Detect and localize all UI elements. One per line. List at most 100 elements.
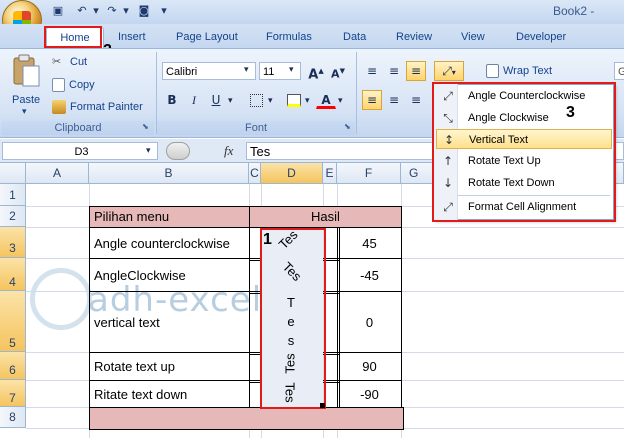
column-header-d[interactable]: D — [261, 163, 323, 184]
angle-value-cell[interactable]: -45 — [337, 258, 402, 292]
label-cell[interactable]: vertical text — [89, 291, 250, 353]
underline-button[interactable]: U — [206, 90, 226, 110]
window-title: Book2 - — [553, 4, 595, 18]
tab-developer[interactable]: Developer — [516, 27, 566, 47]
align-right-button[interactable]: ≡ — [406, 90, 426, 110]
header-result-cell[interactable]: Hasil — [249, 206, 402, 228]
shrink-font-button[interactable]: A▼ — [328, 61, 348, 81]
fill-color-dropdown-icon[interactable]: ▾ — [305, 95, 310, 106]
borders-dropdown-icon[interactable]: ▾ — [268, 95, 273, 106]
font-launcher-icon[interactable]: ⬊ — [344, 122, 351, 131]
font-name-field[interactable]: Calibri — [162, 62, 256, 80]
font-size-dropdown-icon[interactable]: ▾ — [289, 64, 294, 75]
copy-icon — [52, 78, 65, 93]
formula-bar-handle-icon[interactable] — [166, 142, 190, 160]
label-cell[interactable]: AngleClockwise — [89, 258, 250, 292]
number-format-field[interactable]: G — [614, 62, 624, 80]
column-header-b[interactable]: B — [89, 163, 249, 184]
tab-view[interactable]: View — [461, 27, 485, 47]
paste-icon[interactable] — [10, 54, 42, 88]
row-header-4[interactable]: 4 — [0, 258, 26, 291]
label-cell[interactable]: Ritate text down — [89, 380, 250, 408]
name-box[interactable]: D3 — [2, 142, 158, 160]
copy-label: Copy — [69, 79, 95, 91]
header-menu-cell[interactable]: Pilihan menu — [89, 206, 250, 228]
shrink-font-label: A — [331, 67, 340, 81]
watermark-logo-icon — [30, 268, 92, 330]
format-painter-button[interactable]: Format Painter — [52, 97, 143, 117]
font-size-field[interactable]: 11 — [259, 62, 301, 80]
menu-highlight-box — [432, 82, 616, 222]
borders-icon — [249, 94, 263, 107]
align-bottom-button[interactable]: ≡ — [406, 61, 426, 81]
grow-font-label: A — [308, 67, 319, 83]
underline-dropdown-icon[interactable]: ▾ — [228, 95, 233, 106]
redo-dropdown-icon[interactable]: ▾ — [118, 3, 134, 19]
select-all-corner[interactable] — [0, 163, 26, 184]
row-header-1[interactable]: 1 — [0, 184, 26, 206]
footer-row[interactable] — [89, 407, 404, 430]
marker-3: 3 — [566, 104, 575, 121]
scissors-icon: ✂ — [52, 55, 62, 69]
save-icon[interactable]: ▣ — [50, 3, 66, 19]
align-left-button[interactable]: ≡ — [362, 90, 382, 110]
angle-value-cell[interactable]: 0 — [337, 291, 402, 353]
camera-icon[interactable]: ◙ — [136, 3, 152, 19]
align-top-button[interactable]: ≡ — [362, 61, 382, 81]
paint-bucket-icon — [287, 94, 301, 107]
font-group-label: Font — [157, 121, 355, 135]
tab-insert[interactable]: Insert — [118, 27, 146, 47]
fill-handle[interactable] — [320, 403, 325, 408]
wrap-text-button[interactable]: Wrap Text — [486, 61, 552, 81]
grow-font-button[interactable]: A▲ — [306, 61, 326, 83]
label-cell[interactable]: Rotate text up — [89, 352, 250, 381]
orientation-button[interactable]: ⤢▾ — [434, 61, 464, 81]
row-header-2[interactable]: 2 — [0, 206, 26, 227]
orientation-dropdown-icon: ▾ — [451, 68, 456, 77]
tab-formulas[interactable]: Formulas — [266, 27, 312, 47]
tab-data[interactable]: Data — [343, 27, 366, 47]
selection-highlight-box — [260, 228, 326, 409]
row-header-5[interactable]: 5 — [0, 291, 26, 352]
angle-value-cell[interactable]: 45 — [337, 227, 402, 259]
angle-value-cell[interactable]: 90 — [337, 352, 402, 381]
font-color-dropdown-icon[interactable]: ▾ — [338, 95, 343, 106]
angle-value-cell[interactable]: -90 — [337, 380, 402, 408]
insert-function-button[interactable]: fx — [224, 143, 233, 159]
tab-page-layout[interactable]: Page Layout — [176, 27, 238, 47]
home-highlight-box — [44, 26, 102, 48]
font-color-button[interactable]: A — [316, 90, 336, 109]
paintbrush-icon — [52, 100, 66, 115]
clipboard-group-label: Clipboard — [2, 121, 154, 135]
align-middle-button[interactable]: ≡ — [384, 61, 404, 81]
align-center-button[interactable]: ≡ — [384, 90, 404, 110]
paste-dropdown-icon[interactable]: ▾ — [22, 106, 27, 117]
column-header-f[interactable]: F — [337, 163, 401, 184]
column-header-e[interactable]: E — [323, 163, 337, 184]
copy-button[interactable]: Copy — [52, 75, 95, 95]
marker-1: 1 — [263, 231, 272, 248]
row-header-7[interactable]: 7 — [0, 380, 26, 407]
customize-qat-icon[interactable]: ▾ — [156, 3, 172, 19]
italic-button[interactable]: I — [184, 90, 204, 110]
wrap-text-icon — [486, 64, 499, 79]
cut-button[interactable]: ✂ Cut — [52, 52, 87, 72]
wrap-text-label: Wrap Text — [503, 65, 553, 77]
borders-button[interactable] — [246, 90, 266, 110]
column-header-a[interactable]: A — [26, 163, 89, 184]
bold-button[interactable]: B — [162, 90, 182, 110]
row-header-8[interactable]: 8 — [0, 407, 26, 428]
row-header-6[interactable]: 6 — [0, 352, 26, 380]
clipboard-launcher-icon[interactable]: ⬊ — [142, 122, 149, 131]
label-cell[interactable]: Angle counterclockwise — [89, 227, 250, 259]
fill-color-button[interactable] — [284, 90, 304, 110]
column-header-c[interactable]: C — [249, 163, 261, 184]
font-name-dropdown-icon[interactable]: ▾ — [244, 64, 249, 75]
cut-label: Cut — [70, 56, 88, 68]
group-separator — [356, 52, 357, 134]
row-header-3[interactable]: 3 — [0, 227, 26, 258]
name-box-dropdown-icon[interactable]: ▾ — [146, 145, 151, 156]
format-painter-label: Format Painter — [70, 101, 143, 113]
undo-dropdown-icon[interactable]: ▾ — [88, 3, 104, 19]
tab-review[interactable]: Review — [396, 27, 432, 47]
